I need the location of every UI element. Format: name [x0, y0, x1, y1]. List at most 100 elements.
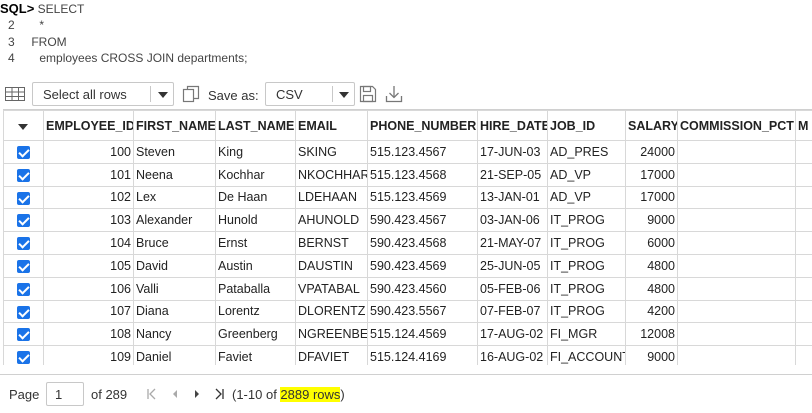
cell-hire-date: 25-JUN-05: [477, 253, 548, 278]
cell-last-name: Lorentz: [215, 299, 296, 324]
cell-first-name: Bruce: [133, 231, 216, 255]
cell-phone-number: 590.423.4568: [367, 231, 478, 255]
sql-code: FROM: [31, 35, 67, 49]
next-page-icon[interactable]: [192, 388, 202, 400]
line-number: 4: [8, 51, 15, 65]
cell-hire-date: 21-MAY-07: [477, 231, 548, 255]
column-header-job-id[interactable]: JOB_ID: [547, 110, 626, 141]
row-selection-dropdown[interactable]: Select all rows: [32, 82, 174, 106]
column-header-employee-id[interactable]: EMPLOYEE_ID: [43, 110, 134, 141]
row-select-cell[interactable]: [3, 185, 44, 210]
cell-commission-pct: [677, 322, 796, 347]
cell-commission-pct: [677, 140, 796, 164]
row-select-cell[interactable]: [3, 140, 44, 164]
results-table: EMPLOYEE_ID FIRST_NAME LAST_NAME EMAIL P…: [3, 110, 812, 365]
pagination-bar: Page of 289 (1-10 of 2889 rows): [0, 374, 812, 410]
table-row[interactable]: 108 Nancy Greenberg NGREENBE 515.124.4569 17-…: [3, 322, 812, 347]
row-checkbox[interactable]: [17, 214, 30, 228]
cell-hire-date: 05-FEB-06: [477, 276, 548, 301]
grid-view-icon[interactable]: [5, 87, 25, 101]
cell-salary: 12008: [625, 322, 678, 347]
dropdown-separator: [150, 86, 151, 102]
previous-page-icon[interactable]: [170, 388, 180, 400]
column-header-salary[interactable]: SALARY: [625, 110, 678, 141]
row-select-cell[interactable]: [3, 345, 44, 365]
cell-employee-id: 101: [43, 162, 134, 187]
cell-salary: 9000: [625, 208, 678, 233]
cell-hire-date: 07-FEB-07: [477, 299, 548, 324]
column-header-commission-pct[interactable]: COMMISSION_PCT: [677, 110, 796, 141]
sql-line-3: 3 FROM: [0, 34, 67, 50]
cell-first-name: Steven: [133, 140, 216, 164]
download-icon[interactable]: [384, 84, 404, 104]
page-label: Page: [9, 387, 40, 402]
cell-first-name: Diana: [133, 299, 216, 324]
cell-last-name: Kochhar: [215, 162, 296, 187]
row-checkbox[interactable]: [17, 305, 30, 319]
row-select-cell[interactable]: [3, 322, 44, 347]
cell-first-name: Nancy: [133, 322, 216, 347]
results-grid[interactable]: EMPLOYEE_ID FIRST_NAME LAST_NAME EMAIL P…: [3, 109, 812, 365]
cell-email: NGREENBE: [295, 322, 368, 347]
table-row[interactable]: 102 Lex De Haan LDEHAAN 515.123.4569 13-JAN-0…: [3, 185, 812, 210]
row-checkbox[interactable]: [17, 259, 30, 273]
save-icon[interactable]: [358, 84, 378, 104]
table-row[interactable]: 101 Neena Kochhar NKOCHHAR 515.123.4568 21-SE…: [3, 162, 812, 187]
row-select-cell[interactable]: [3, 231, 44, 255]
row-select-cell[interactable]: [3, 276, 44, 301]
results-toolbar: Select all rows Save as: CSV: [0, 80, 812, 110]
cell-phone-number: 590.423.4560: [367, 276, 478, 301]
cell-job-id: AD_VP: [547, 162, 626, 187]
cell-first-name: Lex: [133, 185, 216, 210]
cell-phone-number: 515.123.4568: [367, 162, 478, 187]
cell-job-id: AD_VP: [547, 185, 626, 210]
last-page-icon[interactable]: [213, 388, 225, 400]
row-checkbox[interactable]: [17, 146, 30, 159]
summary-close: ): [340, 387, 345, 402]
table-row[interactable]: 100 Steven King SKING 515.123.4567 17-JUN-03 A…: [3, 140, 812, 164]
column-header-last-name[interactable]: LAST_NAME: [215, 110, 296, 141]
cell-first-name: Neena: [133, 162, 216, 187]
table-row[interactable]: 107 Diana Lorentz DLORENTZ 590.423.5567 07-FE…: [3, 299, 812, 324]
cell-manager-id: [795, 162, 812, 187]
column-header-email[interactable]: EMAIL: [295, 110, 368, 141]
cell-hire-date: 03-JAN-06: [477, 208, 548, 233]
row-checkbox[interactable]: [17, 191, 30, 205]
column-header-manager-id[interactable]: M: [795, 110, 812, 141]
cell-employee-id: 104: [43, 231, 134, 255]
row-select-cell[interactable]: [3, 253, 44, 278]
cell-salary: 4800: [625, 276, 678, 301]
row-select-cell[interactable]: [3, 162, 44, 187]
row-select-cell[interactable]: [3, 299, 44, 324]
row-checkbox[interactable]: [17, 328, 30, 342]
copy-icon[interactable]: [181, 84, 201, 104]
export-format-dropdown[interactable]: CSV: [265, 82, 355, 106]
table-row[interactable]: 103 Alexander Hunold AHUNOLD 590.423.4567 03-…: [3, 208, 812, 233]
first-page-icon[interactable]: [146, 388, 158, 400]
column-header-hire-date[interactable]: HIRE_DATE: [477, 110, 548, 141]
row-checkbox[interactable]: [17, 237, 30, 251]
page-number-input[interactable]: [46, 382, 84, 406]
cell-salary: 17000: [625, 185, 678, 210]
row-checkbox[interactable]: [17, 282, 30, 296]
cell-job-id: AD_PRES: [547, 140, 626, 164]
cell-job-id: IT_PROG: [547, 299, 626, 324]
cell-job-id: FI_ACCOUNT: [547, 345, 626, 365]
select-column-header[interactable]: [3, 110, 44, 141]
cell-manager-id: [795, 345, 812, 365]
cell-last-name: King: [215, 140, 296, 164]
column-header-first-name[interactable]: FIRST_NAME: [133, 110, 216, 141]
row-checkbox[interactable]: [17, 168, 30, 182]
row-selection-value: Select all rows: [43, 87, 127, 102]
sql-editor[interactable]: SQL> SELECT 2 * 3 FROM 4 employees CROSS…: [0, 0, 812, 68]
cell-first-name: Daniel: [133, 345, 216, 365]
cell-hire-date: 21-SEP-05: [477, 162, 548, 187]
column-header-phone-number[interactable]: PHONE_NUMBER: [367, 110, 478, 141]
table-row[interactable]: 109 Daniel Faviet DFAVIET 515.124.4169 16-AUG…: [3, 345, 812, 365]
row-select-cell[interactable]: [3, 208, 44, 233]
cell-email: BERNST: [295, 231, 368, 255]
table-row[interactable]: 105 David Austin DAUSTIN 590.423.4569 25-JUN-…: [3, 253, 812, 278]
row-checkbox[interactable]: [17, 351, 30, 365]
table-row[interactable]: 106 Valli Pataballa VPATABAL 590.423.4560 05-…: [3, 276, 812, 301]
table-row[interactable]: 104 Bruce Ernst BERNST 590.423.4568 21-MAY-07…: [3, 231, 812, 255]
